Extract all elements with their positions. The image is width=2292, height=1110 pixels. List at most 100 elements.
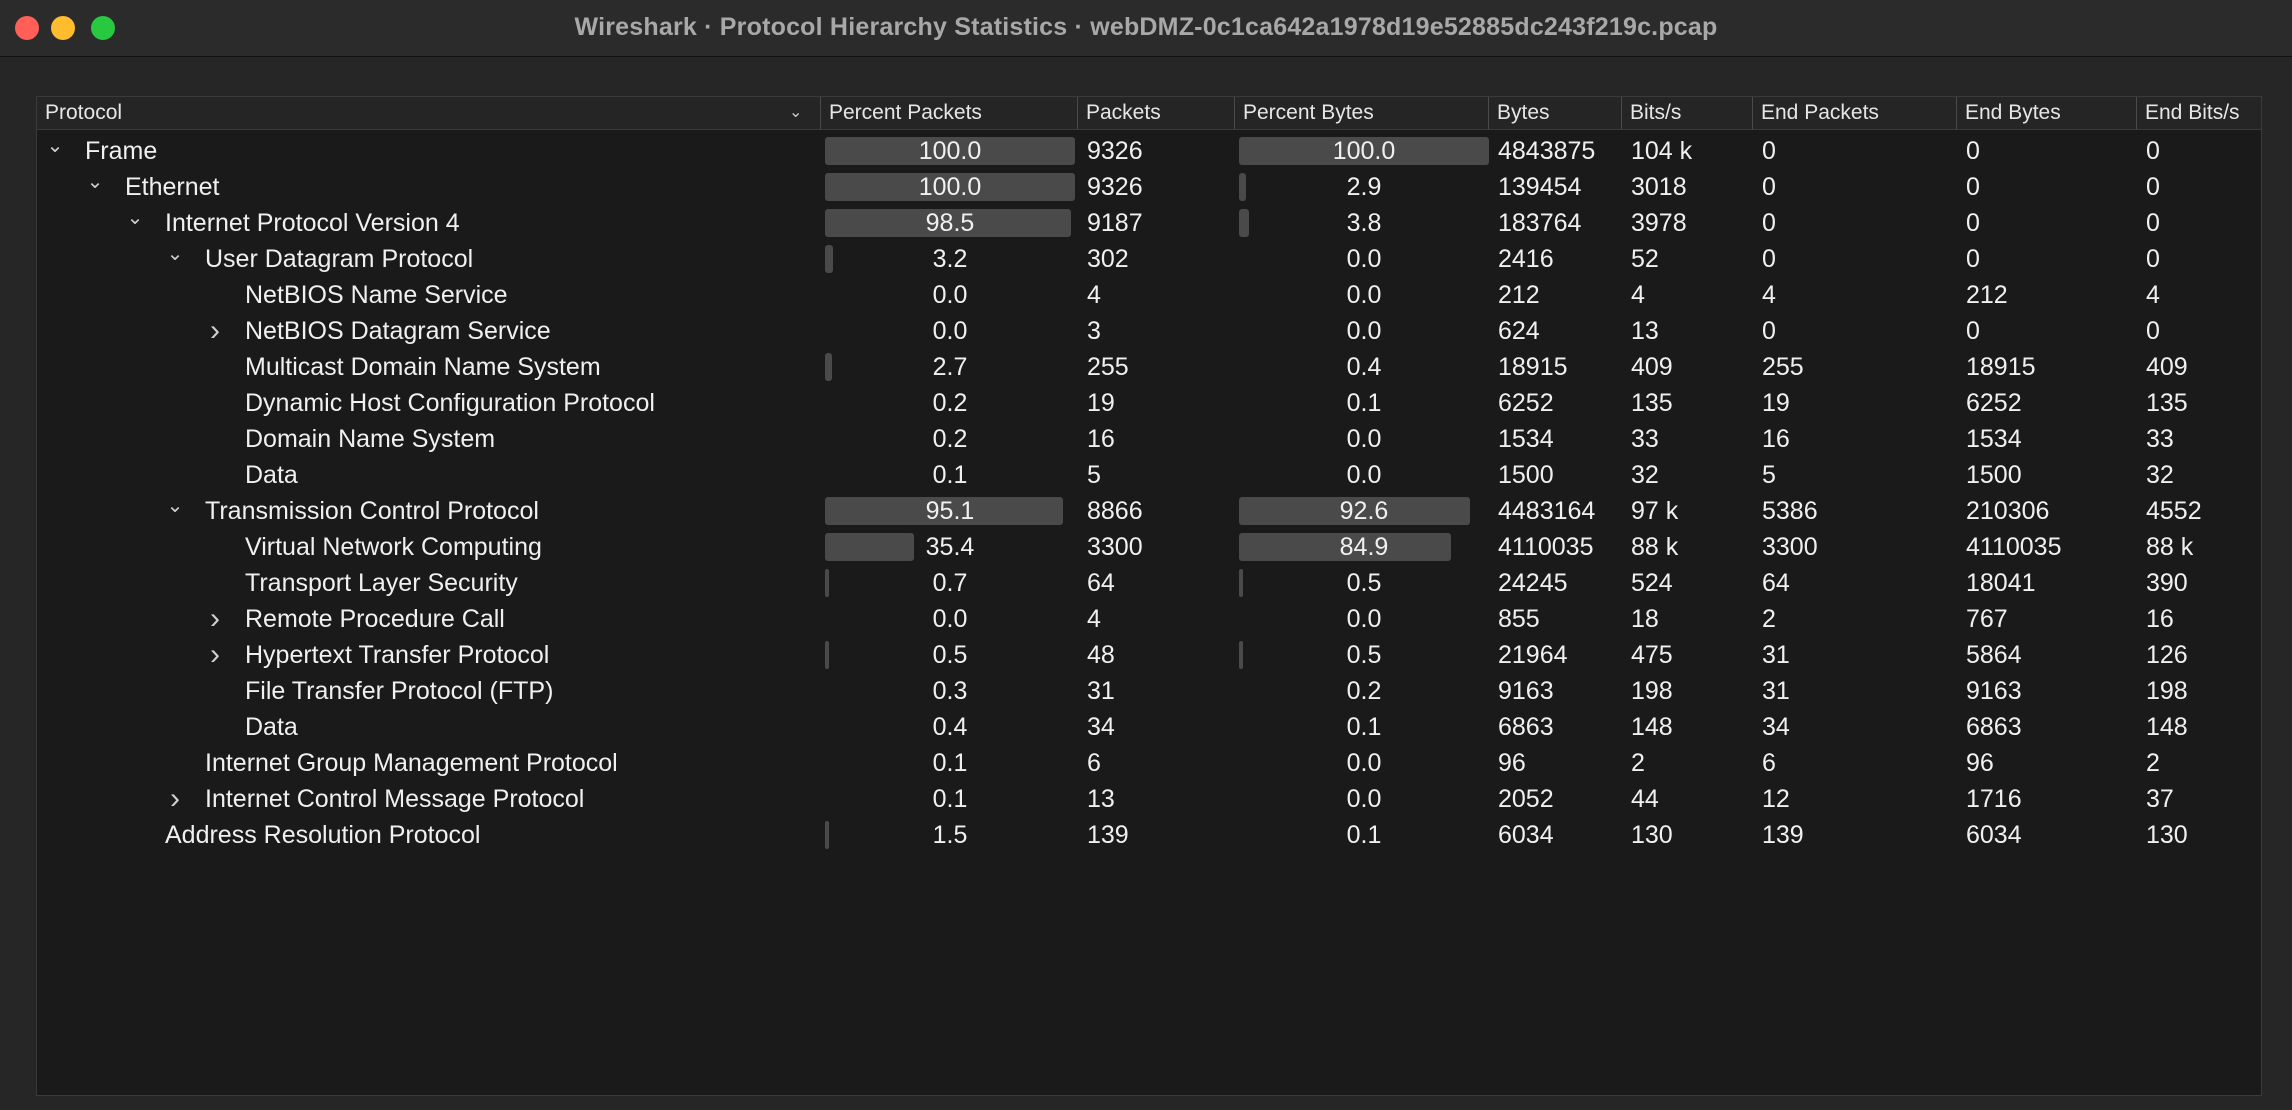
tree-row[interactable]: Address Resolution Protocol 1.5 0.1 139 6034… [37,817,2261,853]
bytes-value: 96 [1498,749,1526,777]
bits-per-sec-value: 148 [1631,713,1673,741]
column-header-packets[interactable]: Packets [1077,97,1234,129]
column-header-bits-per-sec[interactable]: Bits/s [1621,97,1752,129]
bits-per-sec-value: 2 [1631,749,1645,777]
tree-row[interactable]: Internet Group Management Protocol 0.1 0.0… [37,745,2261,781]
bytes-value: 6034 [1498,821,1554,849]
packets-value: 16 [1087,425,1115,453]
chevron-right-icon[interactable]: › [163,781,187,817]
tree-row[interactable]: Multicast Domain Name System 2.7 0.4 255 189… [37,349,2261,385]
bytes-value: 624 [1498,317,1540,345]
column-header-end-bits-per-sec[interactable]: End Bits/s [2136,97,2261,129]
end-bits-per-sec-value: 126 [2146,641,2188,669]
percent-packets-value: 0.0 [932,281,968,309]
packets-value: 3 [1087,317,1101,345]
bits-per-sec-value: 198 [1631,677,1673,705]
tree-row[interactable]: › Remote Procedure Call 0.0 0.0 4 855 18 2 767 16 [37,601,2261,637]
bytes-value: 139454 [1498,173,1582,201]
bits-per-sec-value: 524 [1631,569,1673,597]
tree-row[interactable]: › Internet Control Message Protocol 0.1 0.0… [37,781,2261,817]
percent-packets-value: 0.1 [932,749,968,777]
protocol-name: NetBIOS Name Service [245,281,508,309]
percent-bytes-value: 0.0 [1346,785,1382,813]
column-header-end-packets[interactable]: End Packets [1752,97,1956,129]
tree-row[interactable]: Virtual Network Computing 35.4 84.9 3300 411… [37,529,2261,565]
end-bits-per-sec-value: 32 [2146,461,2174,489]
tree-row[interactable]: › Hypertext Transfer Protocol 0.5 0.5 48 2196… [37,637,2261,673]
packets-value: 8866 [1087,497,1143,525]
percent-packets-value: 0.7 [932,569,968,597]
percent-bytes-value: 0.4 [1346,353,1382,381]
end-packets-value: 0 [1762,137,1776,165]
packets-value: 5 [1087,461,1101,489]
end-bits-per-sec-value: 4 [2146,281,2160,309]
percent-packets-value: 100.0 [918,137,982,165]
protocol-name: Ethernet [125,173,220,201]
tree-row[interactable]: ⌄ Frame 100.0 100.0 9326 4843875 104 k 0 0 0 [37,133,2261,169]
end-packets-value: 0 [1762,209,1776,237]
protocol-name: Virtual Network Computing [245,533,542,561]
tree-row[interactable]: Data 0.1 0.0 5 1500 32 5 1500 32 [37,457,2261,493]
bits-per-sec-value: 475 [1631,641,1673,669]
end-packets-value: 2 [1762,605,1776,633]
percent-bytes-value: 0.0 [1346,281,1382,309]
tree-row[interactable]: Domain Name System 0.2 0.0 16 1534 33 16 1534 33 [37,421,2261,457]
tree-row[interactable]: Dynamic Host Configuration Protocol 0.2 0.… [37,385,2261,421]
tree-row[interactable]: › NetBIOS Datagram Service 0.0 0.0 3 624 13 0 0 0 [37,313,2261,349]
end-packets-value: 31 [1762,677,1790,705]
percent-bytes-value: 0.0 [1346,749,1382,777]
column-header-protocol[interactable]: Protocol [37,97,820,129]
tree-row[interactable]: ⌄ Transmission Control Protocol 95.1 92.6 88… [37,493,2261,529]
protocol-name: User Datagram Protocol [205,245,474,273]
bits-per-sec-value: 52 [1631,245,1659,273]
chevron-down-icon[interactable]: ⌄ [163,241,187,277]
column-header-bytes[interactable]: Bytes [1488,97,1621,129]
tree-row[interactable]: NetBIOS Name Service 0.0 0.0 4 212 4 4 212 4 [37,277,2261,313]
column-header-percent-packets[interactable]: Percent Packets [820,97,1077,129]
column-header-percent-bytes[interactable]: Percent Bytes [1234,97,1488,129]
chevron-down-icon[interactable]: ⌄ [123,205,147,241]
tree-row[interactable]: Data 0.4 0.1 34 6863 148 34 6863 148 [37,709,2261,745]
bytes-value: 6863 [1498,713,1554,741]
chevron-down-icon[interactable]: ⌄ [789,97,802,129]
end-packets-value: 0 [1762,245,1776,273]
chevron-down-icon[interactable]: ⌄ [163,493,187,529]
bytes-value: 183764 [1498,209,1582,237]
end-bytes-value: 9163 [1966,677,2022,705]
tree-row[interactable]: ⌄ Ethernet 100.0 2.9 9326 139454 3018 0 0 0 [37,169,2261,205]
protocol-name: Domain Name System [245,425,496,453]
bytes-value: 855 [1498,605,1540,633]
tree-row[interactable]: Transport Layer Security 0.7 0.5 64 24245 524… [37,565,2261,601]
bytes-value: 4110035 [1498,533,1594,561]
tree-row[interactable]: ⌄ Internet Protocol Version 4 98.5 3.8 9187 1… [37,205,2261,241]
percent-bytes-value: 0.5 [1346,641,1382,669]
tree-rows: ⌄ Frame 100.0 100.0 9326 4843875 104 k 0 0 0 ⌄ Ethe… [37,133,2261,853]
column-header-end-bytes[interactable]: End Bytes [1956,97,2136,129]
percent-packets-value: 0.0 [932,605,968,633]
percent-packets-value: 0.1 [932,785,968,813]
end-bytes-value: 767 [1966,605,2008,633]
end-bits-per-sec-value: 148 [2146,713,2188,741]
chevron-right-icon[interactable]: › [203,637,227,673]
end-packets-value: 139 [1762,821,1804,849]
end-packets-value: 19 [1762,389,1790,417]
bytes-value: 2416 [1498,245,1554,273]
chevron-right-icon[interactable]: › [203,313,227,349]
end-bytes-value: 5864 [1966,641,2022,669]
end-bytes-value: 1716 [1966,785,2022,813]
end-bits-per-sec-value: 135 [2146,389,2188,417]
percent-bytes-value: 0.5 [1346,569,1382,597]
packets-value: 19 [1087,389,1115,417]
protocol-hierarchy-tree[interactable]: Protocol ⌄ Percent Packets Packets Perce… [36,96,2262,1096]
end-bytes-value: 96 [1966,749,1994,777]
end-packets-value: 255 [1762,353,1804,381]
tree-row[interactable]: File Transfer Protocol (FTP) 0.3 0.2 31 9163… [37,673,2261,709]
chevron-down-icon[interactable]: ⌄ [43,133,67,169]
chevron-right-icon[interactable]: › [203,601,227,637]
protocol-name: Data [245,713,298,741]
end-packets-value: 12 [1762,785,1790,813]
chevron-down-icon[interactable]: ⌄ [83,169,107,205]
bits-per-sec-value: 3978 [1631,209,1687,237]
percent-packets-value: 35.4 [925,533,975,561]
tree-row[interactable]: ⌄ User Datagram Protocol 3.2 0.0 302 2416 52 0 0… [37,241,2261,277]
